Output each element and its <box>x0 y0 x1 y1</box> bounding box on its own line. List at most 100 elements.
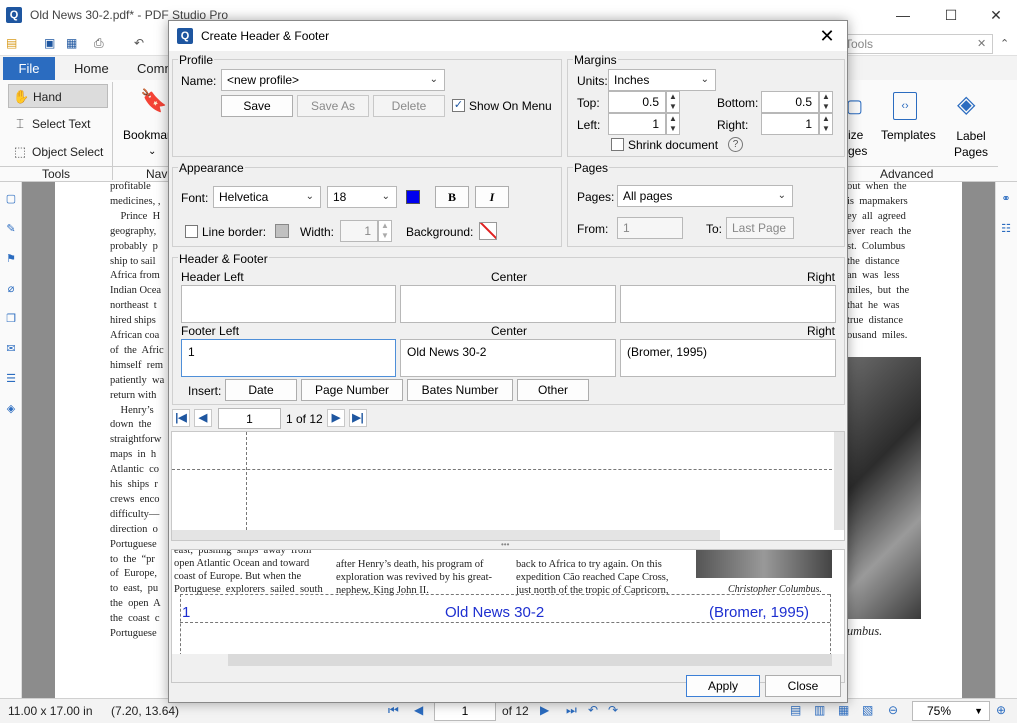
first-page-icon[interactable]: ⏮ <box>388 703 399 718</box>
status-page-input[interactable]: 1 <box>434 701 496 721</box>
undo-icon[interactable]: ↶ <box>134 36 144 52</box>
facing-icon[interactable]: ▦ <box>838 703 849 717</box>
insert-other-button[interactable]: Other <box>517 379 589 401</box>
top-margin-input[interactable]: 0.5 <box>608 91 666 113</box>
from-page-input[interactable]: 1 <box>617 217 683 239</box>
preview-next-page-button[interactable]: ▶ <box>327 409 345 427</box>
footer-left-field[interactable]: 1 <box>181 339 396 377</box>
fields-panel-icon[interactable]: ☰ <box>4 372 18 386</box>
hand-tool-button[interactable]: ✋ Hand <box>8 84 108 108</box>
resize-label-2[interactable]: ges <box>848 144 867 158</box>
select-text-button[interactable]: ⌶ Select Text <box>8 112 108 136</box>
profile-name-select[interactable]: <new profile> ⌄ <box>221 69 445 91</box>
ribbon-collapse-icon[interactable]: ⌃ <box>1000 37 1009 50</box>
clear-search-icon[interactable]: ✕ <box>977 37 986 50</box>
single-page-icon[interactable]: ▤ <box>790 703 801 717</box>
background-color-button[interactable] <box>479 222 497 240</box>
units-select[interactable]: Inches ⌄ <box>608 69 716 91</box>
save-all-icon[interactable]: ▦ <box>66 36 77 52</box>
pages-panel-icon[interactable]: ▢ <box>4 192 18 206</box>
save-icon[interactable]: ▣ <box>44 36 55 52</box>
font-size-select[interactable]: 18 ⌄ <box>327 186 397 208</box>
open-icon[interactable]: ▤ <box>6 36 17 52</box>
text-color-swatch[interactable] <box>406 190 420 204</box>
tab-file[interactable]: File <box>3 57 55 80</box>
delete-button[interactable]: Delete <box>373 95 445 117</box>
shrink-document-checkbox[interactable] <box>611 138 624 151</box>
print-icon[interactable]: ⎙ <box>94 36 104 52</box>
tools-search-input[interactable]: Tools <box>838 34 993 54</box>
object-select-button[interactable]: ⬚ Object Select <box>8 140 108 164</box>
top-margin-spinner[interactable]: ▲ ▼ <box>666 91 680 113</box>
to-page-input[interactable]: Last Page <box>726 217 794 239</box>
footer-center-field[interactable]: Old News 30-2 <box>400 339 616 377</box>
apply-button[interactable]: Apply <box>686 675 760 697</box>
header-right-field[interactable] <box>620 285 836 323</box>
last-page-icon[interactable]: ⏭ <box>566 703 577 718</box>
footer-right-field[interactable]: (Bromer, 1995) <box>620 339 836 377</box>
border-width-input[interactable]: 1 <box>340 220 378 242</box>
bold-button[interactable]: B <box>435 186 469 208</box>
bookmark-icon[interactable]: 🔖 <box>140 88 167 114</box>
show-on-menu-checkbox[interactable]: ✓ <box>452 99 465 112</box>
border-color-swatch[interactable] <box>275 224 289 238</box>
maximize-button[interactable]: ☐ <box>928 0 974 30</box>
resize-label-1[interactable]: ize <box>848 128 863 142</box>
preview2-hscrollbar[interactable] <box>228 654 832 666</box>
next-page-icon[interactable]: ▶ <box>540 703 549 717</box>
insert-page-number-button[interactable]: Page Number <box>301 379 403 401</box>
line-border-checkbox[interactable] <box>185 225 198 238</box>
insert-bates-number-button[interactable]: Bates Number <box>407 379 513 401</box>
left-margin-spinner[interactable]: ▲ ▼ <box>666 113 680 135</box>
prev-page-icon[interactable]: ◀ <box>414 703 423 717</box>
continuous-icon[interactable]: ▥ <box>814 703 825 717</box>
preview-first-page-button[interactable]: |◀ <box>172 409 190 427</box>
resize-pages-icon[interactable]: ▢ <box>846 96 863 117</box>
dialog-close-icon[interactable]: ✕ <box>815 25 839 47</box>
zoom-select[interactable]: 75% ▼ <box>912 701 990 721</box>
bookmark-label[interactable]: Bookmar <box>123 128 171 142</box>
signatures-panel-icon[interactable]: ✉ <box>4 342 18 356</box>
preview-last-page-button[interactable]: ▶| <box>349 409 367 427</box>
annotations-panel-icon[interactable]: ✎ <box>4 222 18 236</box>
bookmarks-panel-icon[interactable]: ⚑ <box>4 252 18 266</box>
zoom-in-icon[interactable]: ⊕ <box>996 703 1006 717</box>
font-select[interactable]: Helvetica ⌄ <box>213 186 321 208</box>
border-width-spinner[interactable]: ▲ ▼ <box>378 220 392 242</box>
library-panel-icon[interactable]: ☷ <box>999 222 1013 236</box>
preview-hscrollbar[interactable] <box>172 530 720 540</box>
chevron-down-icon[interactable]: ⌄ <box>148 146 156 157</box>
help-icon[interactable]: ? <box>728 137 743 152</box>
save-as-button[interactable]: Save As <box>297 95 369 117</box>
tags-panel-icon[interactable]: ◈ <box>4 402 18 416</box>
label-pages-button[interactable]: Label Pages <box>954 128 988 160</box>
italic-button[interactable]: I <box>475 186 509 208</box>
pages-range-select[interactable]: All pages ⌄ <box>617 185 793 207</box>
bottom-margin-spinner[interactable]: ▲ ▼ <box>819 91 833 113</box>
attachments-panel-icon[interactable]: ⌀ <box>4 282 18 296</box>
right-margin-input[interactable]: 1 <box>761 113 819 135</box>
save-button[interactable]: Save <box>221 95 293 117</box>
facing-continuous-icon[interactable]: ▧ <box>862 703 873 717</box>
templates-button[interactable]: Templates <box>881 128 936 142</box>
insert-date-button[interactable]: Date <box>225 379 297 401</box>
header-center-field[interactable] <box>400 285 616 323</box>
preview-vscrollbar[interactable] <box>834 432 844 530</box>
right-margin-spinner[interactable]: ▲ ▼ <box>819 113 833 135</box>
minimize-button[interactable]: — <box>880 0 926 30</box>
layers-panel-icon[interactable]: ❐ <box>4 312 18 326</box>
preview-page-input[interactable]: 1 <box>218 408 281 429</box>
zoom-out-icon[interactable]: ⊖ <box>888 703 898 717</box>
splitter-handle[interactable]: ••• <box>501 541 515 549</box>
preview-prev-page-button[interactable]: ◀ <box>194 409 212 427</box>
left-margin-input[interactable]: 1 <box>608 113 666 135</box>
forward-view-icon[interactable]: ↷ <box>608 703 618 717</box>
tab-home[interactable]: Home <box>74 61 109 76</box>
header-left-field[interactable] <box>181 285 396 323</box>
bottom-margin-input[interactable]: 0.5 <box>761 91 819 113</box>
back-view-icon[interactable]: ↶ <box>588 703 598 717</box>
links-panel-icon[interactable]: ⚭ <box>999 192 1013 206</box>
close-window-button[interactable]: ✕ <box>973 0 1017 30</box>
close-button[interactable]: Close <box>765 675 841 697</box>
label-pages-icon[interactable]: ◈ <box>957 90 975 119</box>
